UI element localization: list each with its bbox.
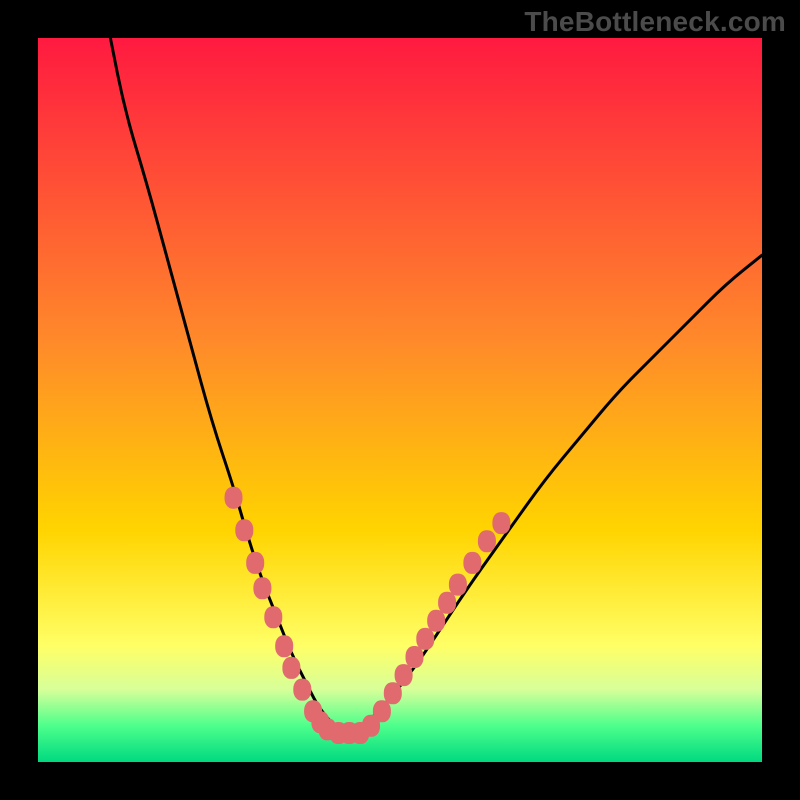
- curve-marker: [492, 512, 510, 534]
- chart-frame: TheBottleneck.com: [0, 0, 800, 800]
- curve-marker: [275, 635, 293, 657]
- curve-marker: [235, 519, 253, 541]
- curve-marker: [406, 646, 424, 668]
- curve-marker: [395, 664, 413, 686]
- curve-marker: [449, 574, 467, 596]
- plot-background: [38, 38, 762, 762]
- curve-marker: [478, 530, 496, 552]
- curve-marker: [373, 700, 391, 722]
- curve-marker: [246, 552, 264, 574]
- curve-marker: [384, 682, 402, 704]
- watermark-text: TheBottleneck.com: [524, 6, 786, 38]
- curve-marker: [427, 610, 445, 632]
- curve-marker: [416, 628, 434, 650]
- bottleneck-chart: [0, 0, 800, 800]
- curve-marker: [282, 657, 300, 679]
- curve-marker: [225, 487, 243, 509]
- curve-marker: [463, 552, 481, 574]
- curve-marker: [438, 592, 456, 614]
- curve-marker: [293, 679, 311, 701]
- curve-marker: [253, 577, 271, 599]
- curve-marker: [264, 606, 282, 628]
